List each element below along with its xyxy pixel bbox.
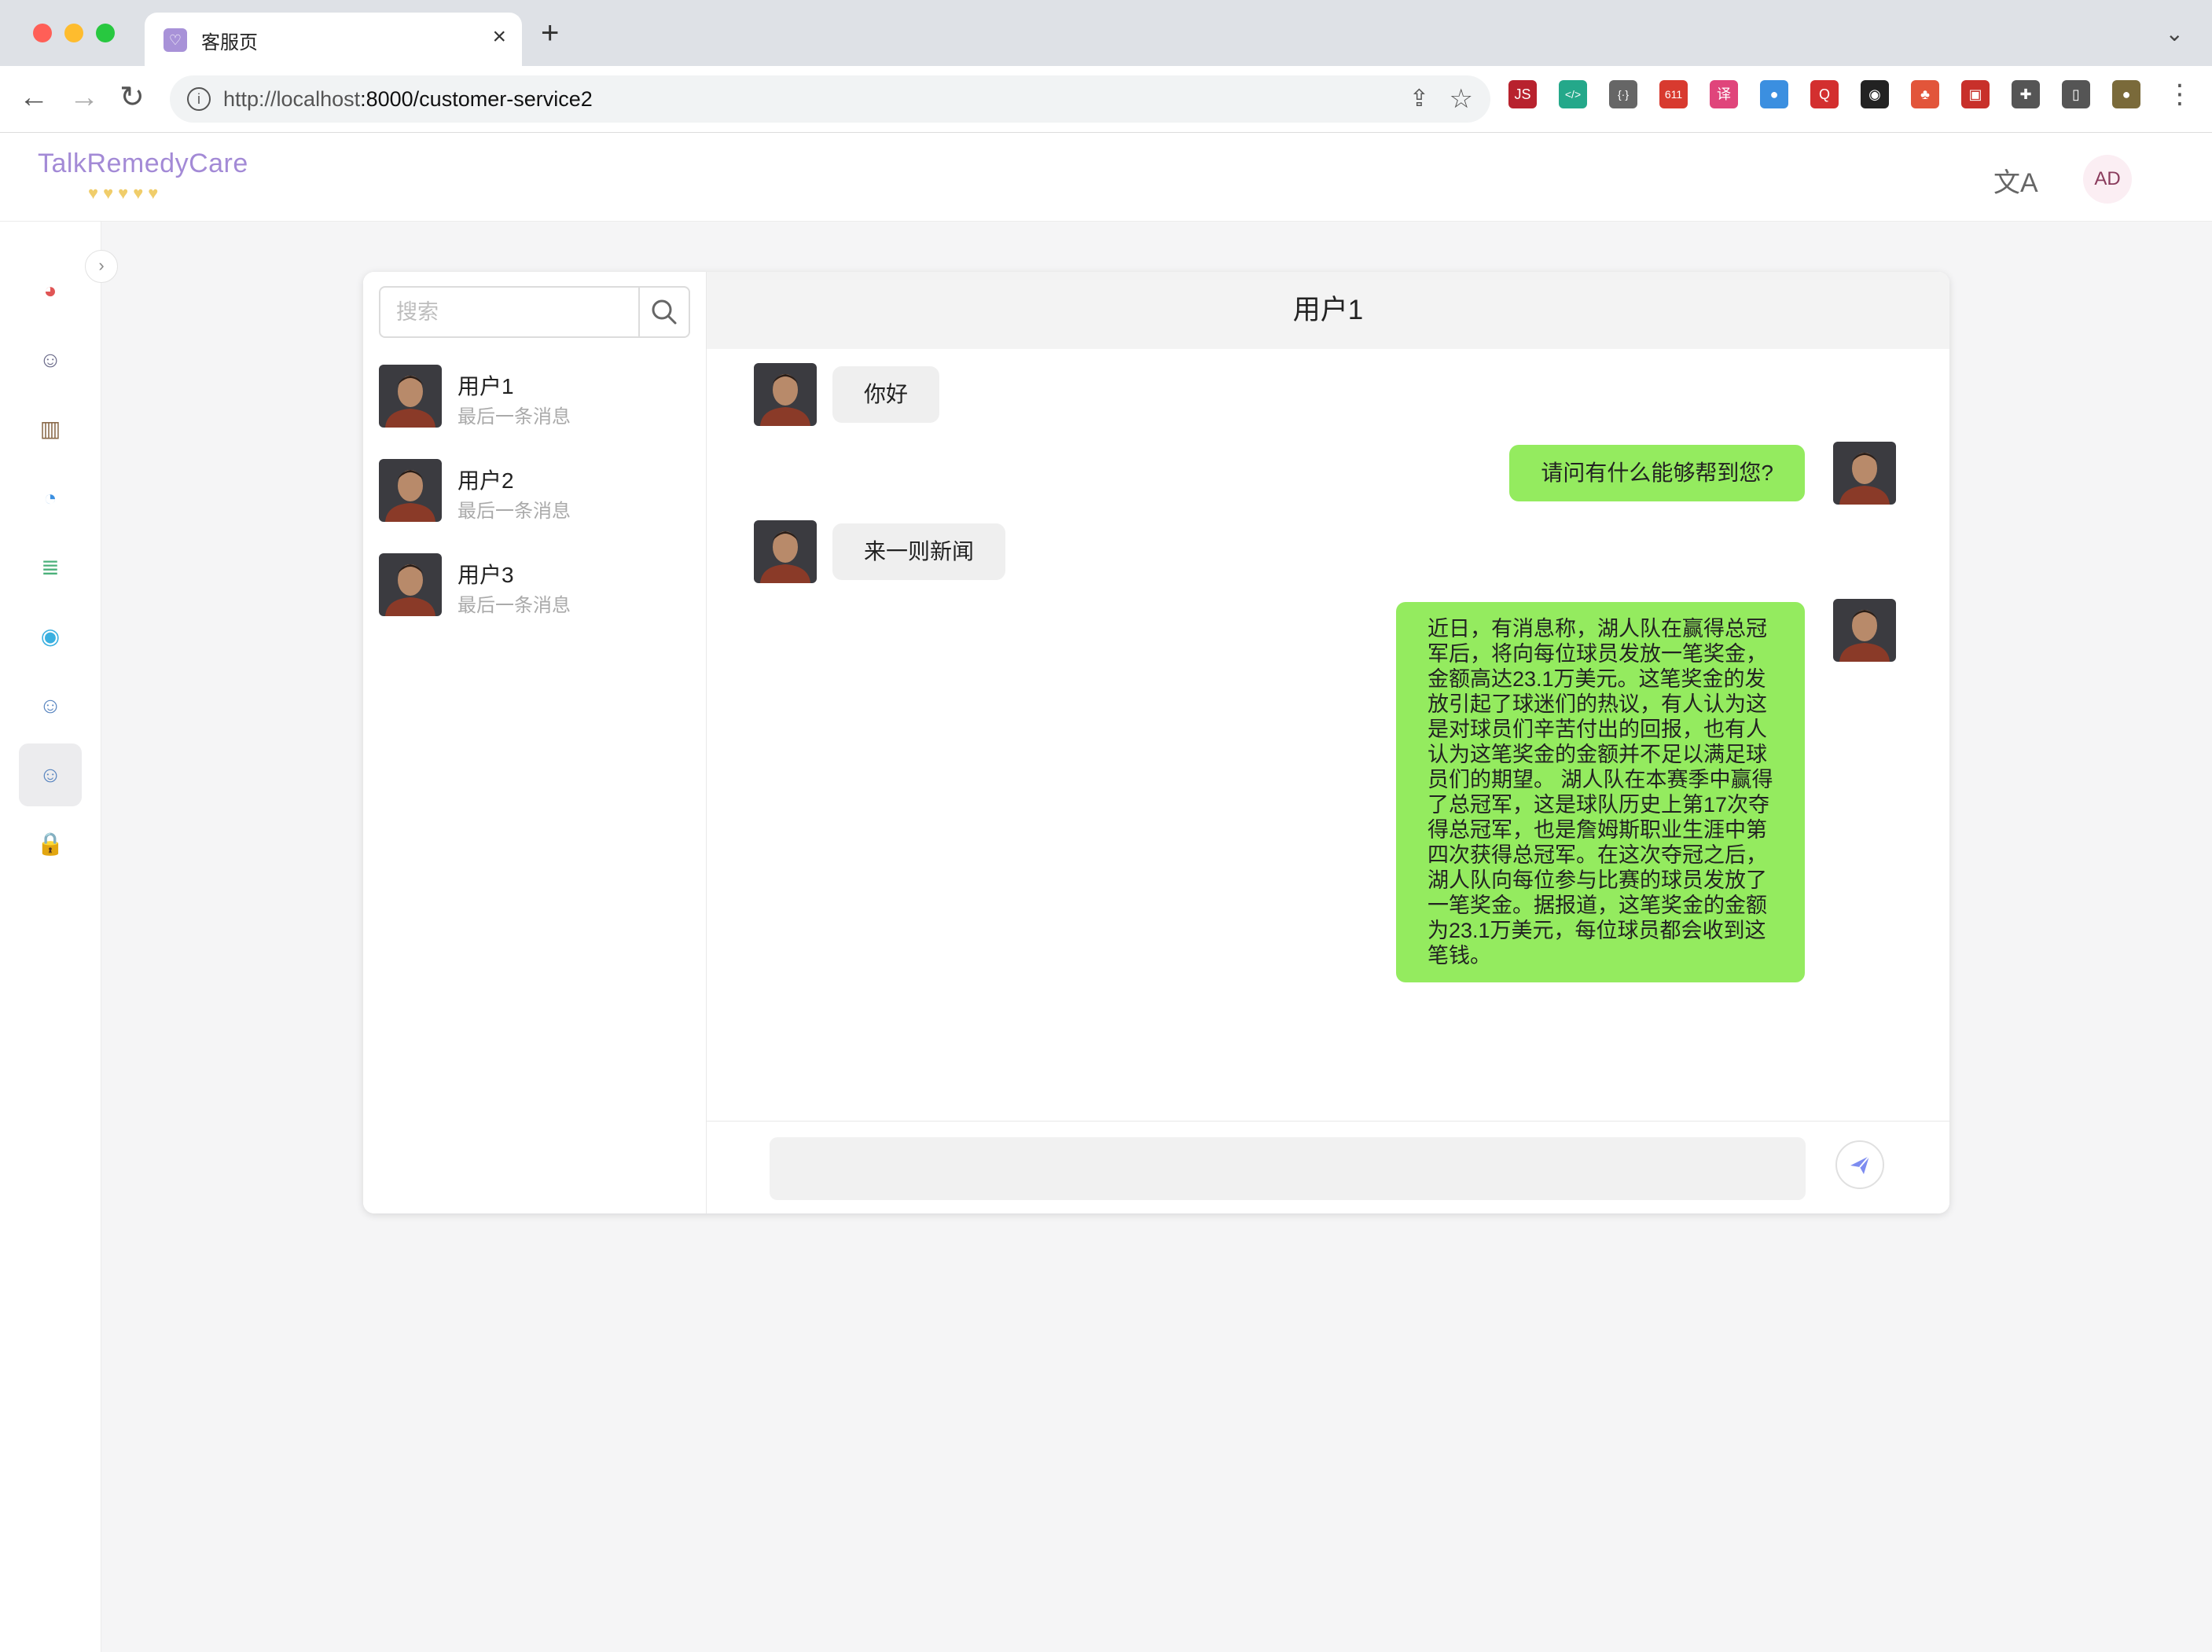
app-header: TalkRemedyCare ♥♥♥♥♥ 文A AD — [0, 133, 2212, 222]
chat-header: 用户1 — [707, 272, 1949, 349]
url-path: :8000/customer-service2 — [360, 87, 593, 111]
chat-icon: ◔ — [43, 486, 57, 510]
message-input[interactable] — [770, 1137, 1806, 1200]
sidebar-item-service[interactable]: ◕ — [19, 259, 82, 322]
feed-icon: ◉ — [40, 624, 61, 648]
incoming-message-bubble: 来一则新闻 — [832, 523, 1006, 580]
back-button[interactable]: ← — [19, 82, 49, 113]
sidebar-item-feed[interactable]: ◉ — [19, 605, 82, 668]
sidebar-item-hospital[interactable]: ▥ — [19, 398, 82, 461]
tab-list-chevron-icon[interactable]: ⌄ — [2166, 20, 2184, 46]
search-box — [379, 286, 690, 338]
app-logo[interactable]: TalkRemedyCare ♥♥♥♥♥ — [38, 144, 248, 215]
tab-title: 客服页 — [201, 32, 258, 53]
photo-ext-icon[interactable]: ▣ — [1961, 80, 1990, 108]
conversation-last-message: 最后一条消息 — [457, 501, 571, 522]
translate-ext-icon[interactable]: 译 — [1710, 80, 1738, 108]
outgoing-message-bubble: 请问有什么能够帮到您? — [1509, 445, 1805, 501]
staff-icon: ☺ — [39, 693, 62, 718]
search-button[interactable] — [638, 288, 689, 336]
conversation-list-panel: 用户1最后一条消息用户2最后一条消息用户3最后一条消息 — [363, 272, 707, 1213]
chat-title: 用户1 — [1292, 295, 1364, 325]
conversation-name: 用户3 — [457, 563, 514, 587]
left-sidebar: ◕ ☺ ▥ ◔ ≣ ◉ ☺ ☺ 🔒 — [0, 222, 101, 1652]
sidebar-item-lock[interactable]: 🔒 — [19, 813, 82, 876]
window-minimize-button[interactable] — [64, 24, 83, 42]
customer-service-icon: ☺ — [39, 762, 62, 787]
outgoing-message-bubble: 近日，有消息称，湖人队在赢得总冠军后，将向每位球员发放一笔奖金，金额高达23.1… — [1396, 602, 1805, 982]
address-bar[interactable]: i http://localhost:8000/customer-service… — [170, 75, 1490, 123]
tree-ext-icon[interactable]: ♣ — [1911, 80, 1939, 108]
user-avatar[interactable]: AD — [2083, 155, 2132, 204]
hospital-icon: ▥ — [39, 417, 61, 441]
user-message-avatar — [754, 520, 817, 583]
conversation-avatar — [379, 459, 442, 522]
conversation-avatar — [379, 553, 442, 616]
lock-icon: 🔒 — [36, 832, 64, 856]
sidebar-item-chat[interactable]: ◔ — [19, 467, 82, 530]
puzzle-ext-icon[interactable]: ✚ — [2012, 80, 2040, 108]
conversation-last-message: 最后一条消息 — [457, 406, 571, 428]
reload-button[interactable]: ↻ — [119, 82, 145, 113]
tab-close-icon[interactable]: × — [492, 24, 506, 50]
brackets-ext-icon[interactable]: {·} — [1609, 80, 1637, 108]
forward-button[interactable]: → — [69, 82, 99, 113]
sidebar-item-staff[interactable]: ☺ — [19, 674, 82, 737]
incoming-message-bubble: 你好 — [832, 366, 940, 423]
new-tab-button[interactable]: + — [541, 17, 559, 49]
user-message-avatar — [754, 363, 817, 426]
browser-tabstrip: ♡ 客服页 × + ⌄ — [0, 0, 2212, 66]
share-icon[interactable]: ⇪ — [1409, 85, 1429, 112]
agent-message-avatar — [1833, 599, 1896, 662]
chat-panel: 用户1 你好请问有什么能够帮到您? 来一则新闻近日，有消息称，湖人队在赢得总冠军后… — [707, 272, 1949, 1213]
js-ext-icon[interactable]: JS — [1508, 80, 1537, 108]
sidebar-expand-chevron-icon[interactable]: › — [85, 250, 118, 283]
send-button[interactable] — [1835, 1140, 1884, 1189]
tab-favicon-icon: ♡ — [164, 28, 187, 52]
translate-icon[interactable]: 文A — [1993, 161, 2038, 200]
agent-message-avatar — [1833, 442, 1896, 505]
doctor-icon: ☺ — [39, 347, 62, 372]
conversation-item[interactable]: 用户1 最后一条消息 — [379, 365, 693, 429]
mail-ext-icon[interactable]: 611 — [1659, 80, 1688, 108]
logo-text: TalkRemedyCare — [38, 149, 248, 178]
code-ext-icon[interactable]: </> — [1559, 80, 1587, 108]
send-icon — [1850, 1155, 1870, 1174]
service-icon: ◕ — [43, 278, 57, 303]
search-icon — [652, 299, 677, 325]
conversation-item[interactable]: 用户3 最后一条消息 — [379, 553, 693, 618]
browser-tab-active[interactable]: ♡ 客服页 × — [145, 13, 522, 66]
window-zoom-button[interactable] — [96, 24, 115, 42]
logo-hearts-icon: ♥♥♥♥♥ — [88, 183, 164, 203]
conversation-last-message: 最后一条消息 — [457, 595, 571, 616]
colorful-ext-icon[interactable]: ● — [1760, 80, 1788, 108]
sidebar-item-doctor[interactable]: ☺ — [19, 329, 82, 391]
list-icon: ≣ — [41, 555, 60, 579]
customer-service-chat-card: 用户1最后一条消息用户2最后一条消息用户3最后一条消息 用户1 你好请问有什么能… — [363, 272, 1949, 1213]
conversation-avatar — [379, 365, 442, 428]
message-input-bar — [707, 1121, 1949, 1213]
search-input[interactable] — [380, 288, 635, 336]
profile-ext-icon[interactable]: ● — [2112, 80, 2140, 108]
browser-menu-icon[interactable]: ⋮ — [2166, 79, 2193, 110]
bookmark-star-icon[interactable]: ☆ — [1450, 83, 1473, 115]
window-close-button[interactable] — [33, 24, 52, 42]
url-host: http://localhost — [223, 87, 361, 111]
sidebar-item-list[interactable]: ≣ — [19, 536, 82, 599]
search-ext-icon[interactable]: Q — [1810, 80, 1839, 108]
conversation-name: 用户2 — [457, 468, 514, 493]
sidepanel-ext-icon[interactable]: ▯ — [2062, 80, 2090, 108]
sidebar-item-customer-service[interactable]: ☺ — [19, 743, 82, 806]
conversation-item[interactable]: 用户2 最后一条消息 — [379, 459, 693, 523]
url-text[interactable]: http://localhost:8000/customer-service2 — [223, 87, 593, 112]
site-info-icon[interactable]: i — [187, 87, 211, 111]
glasses-ext-icon[interactable]: ◉ — [1861, 80, 1889, 108]
conversation-name: 用户1 — [457, 374, 514, 398]
